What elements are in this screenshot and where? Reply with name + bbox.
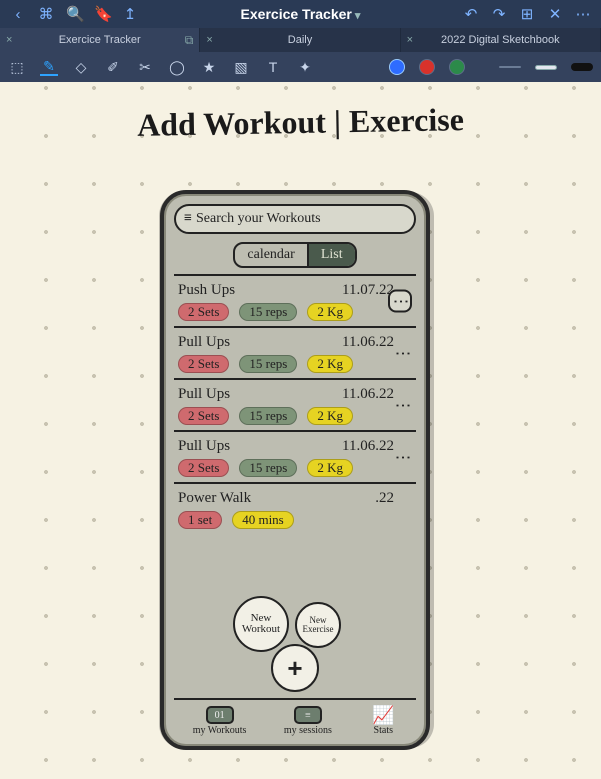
highlighter-tool-icon[interactable]: ✐: [104, 58, 122, 76]
tab-daily[interactable]: × Daily: [200, 28, 400, 52]
new-page-icon[interactable]: ⧉: [185, 33, 194, 48]
color-swatch-blue[interactable]: [389, 59, 405, 75]
bookmark-icon[interactable]: 🔖: [94, 5, 110, 23]
sets-badge: 2 Sets: [178, 407, 229, 425]
kebab-icon[interactable]: ⋮: [392, 450, 412, 465]
weight-badge: 2 Kg: [307, 459, 353, 477]
reps-badge: 15 reps: [239, 407, 297, 425]
close-icon[interactable]: ✕: [547, 5, 563, 23]
workout-date: .22: [375, 489, 394, 508]
nav-label: Stats: [374, 725, 393, 736]
stroke-thick[interactable]: [571, 63, 593, 71]
list-item[interactable]: Pull Ups 11.06.22 2 Sets 15 reps 2 Kg ⋮: [174, 326, 416, 378]
reps-badge: 15 reps: [239, 355, 297, 373]
close-icon[interactable]: ×: [407, 34, 413, 46]
stroke-thin[interactable]: [499, 66, 521, 68]
list-item[interactable]: Pull Ups 11.06.22 2 Sets 15 reps 2 Kg ⋮: [174, 378, 416, 430]
list-icon: ≡: [294, 706, 322, 724]
tab-exercice-tracker[interactable]: × Exercice Tracker ⧉: [0, 28, 200, 52]
workout-date: 11.06.22: [342, 385, 394, 404]
toggle-calendar[interactable]: calendar: [235, 244, 308, 266]
notebook-canvas[interactable]: Add Workout | Exercise ≡ Search your Wor…: [0, 82, 601, 779]
document-tabs: × Exercice Tracker ⧉ × Daily × 2022 Digi…: [0, 28, 601, 52]
tab-2022-sketchbook[interactable]: × 2022 Digital Sketchbook: [401, 28, 601, 52]
bottom-nav: 01 my Workouts ≡ my sessions 📈 Stats: [174, 698, 416, 742]
color-swatch-red[interactable]: [419, 59, 435, 75]
search-input[interactable]: ≡ Search your Workouts: [174, 204, 416, 234]
tab-label: Daily: [288, 34, 312, 46]
workout-name: Pull Ups: [178, 437, 230, 456]
chart-icon: 📈: [369, 706, 397, 724]
close-icon[interactable]: ×: [6, 34, 12, 46]
list-item[interactable]: Power Walk .22 1 set 40 mins: [174, 482, 416, 534]
page-title: Add Workout | Exercise: [0, 99, 601, 146]
search-placeholder: Search your Workouts: [196, 211, 321, 227]
workout-name: Push Ups: [178, 281, 235, 300]
duration-badge: 40 mins: [232, 511, 294, 529]
new-workout-button[interactable]: New Workout: [233, 596, 289, 652]
tab-label: Exercice Tracker: [59, 34, 141, 46]
nav-label: my Workouts: [193, 725, 247, 736]
weight-badge: 2 Kg: [307, 303, 353, 321]
sets-badge: 2 Sets: [178, 303, 229, 321]
magic-tool-icon[interactable]: ✦: [296, 58, 314, 76]
phone-wireframe: ≡ Search your Workouts calendar List Pus…: [160, 190, 430, 750]
workout-date: 11.06.22: [342, 437, 394, 456]
drawing-toolbar: ⬚ ✎ ◇ ✐ ✂ ◯ ★ ▧ T ✦: [0, 52, 601, 82]
image-tool-icon[interactable]: ▧: [232, 58, 250, 76]
workout-name: Pull Ups: [178, 385, 230, 404]
toggle-list[interactable]: List: [309, 244, 355, 266]
undo-icon[interactable]: ↶: [463, 5, 479, 23]
cut-tool-icon[interactable]: ✂: [136, 58, 154, 76]
workout-date: 11.07.22: [342, 281, 394, 300]
sets-badge: 2 Sets: [178, 355, 229, 373]
kebab-icon[interactable]: ⋮: [392, 346, 412, 361]
reps-badge: 15 reps: [239, 303, 297, 321]
workout-name: Pull Ups: [178, 333, 230, 352]
nav-sessions[interactable]: ≡ my sessions: [284, 706, 332, 736]
workout-date: 11.06.22: [342, 333, 394, 352]
lasso-tool-icon[interactable]: ◯: [168, 58, 186, 76]
app-menubar: ‹ ⌘ 🔍 🔖 ↥ Exercice Tracker ↶ ↷ ⊞ ✕ ⋯: [0, 0, 601, 28]
sets-badge: 1 set: [178, 511, 222, 529]
text-tool-icon[interactable]: T: [264, 58, 282, 76]
document-title[interactable]: Exercice Tracker: [150, 6, 451, 22]
select-tool-icon[interactable]: ⬚: [8, 58, 26, 76]
close-icon[interactable]: ×: [206, 34, 212, 46]
nav-workouts[interactable]: 01 my Workouts: [193, 706, 247, 736]
back-icon[interactable]: ‹: [10, 6, 26, 23]
color-swatch-green[interactable]: [449, 59, 465, 75]
workout-name: Power Walk: [178, 489, 251, 508]
stroke-medium[interactable]: [535, 65, 557, 70]
view-toggle[interactable]: calendar List: [233, 242, 356, 268]
search-icon[interactable]: 🔍: [66, 5, 82, 23]
hamburger-icon[interactable]: ≡: [184, 211, 190, 227]
weight-badge: 2 Kg: [307, 407, 353, 425]
apps-icon[interactable]: ⌘: [38, 5, 54, 23]
list-item[interactable]: Push Ups 11.07.22 2 Sets 15 reps 2 Kg ⋮: [174, 274, 416, 326]
fab-cluster: New Workout New Exercise +: [225, 572, 365, 692]
new-icon[interactable]: ⊞: [519, 5, 535, 23]
add-button[interactable]: +: [271, 644, 319, 692]
weight-badge: 2 Kg: [307, 355, 353, 373]
more-icon[interactable]: ⋯: [575, 5, 591, 23]
share-icon[interactable]: ↥: [122, 5, 138, 23]
kebab-icon[interactable]: ⋮: [392, 398, 412, 413]
stamp-tool-icon[interactable]: ★: [200, 58, 218, 76]
reps-badge: 15 reps: [239, 459, 297, 477]
nav-stats[interactable]: 📈 Stats: [369, 706, 397, 736]
kebab-icon[interactable]: ⋮: [388, 290, 412, 313]
nav-label: my sessions: [284, 725, 332, 736]
redo-icon[interactable]: ↷: [491, 5, 507, 23]
calendar-icon: 01: [206, 706, 234, 724]
list-item[interactable]: Pull Ups 11.06.22 2 Sets 15 reps 2 Kg ⋮: [174, 430, 416, 482]
tab-label: 2022 Digital Sketchbook: [441, 34, 560, 46]
eraser-tool-icon[interactable]: ◇: [72, 58, 90, 76]
new-exercise-button[interactable]: New Exercise: [295, 602, 341, 648]
sets-badge: 2 Sets: [178, 459, 229, 477]
pen-tool-icon[interactable]: ✎: [40, 58, 58, 76]
